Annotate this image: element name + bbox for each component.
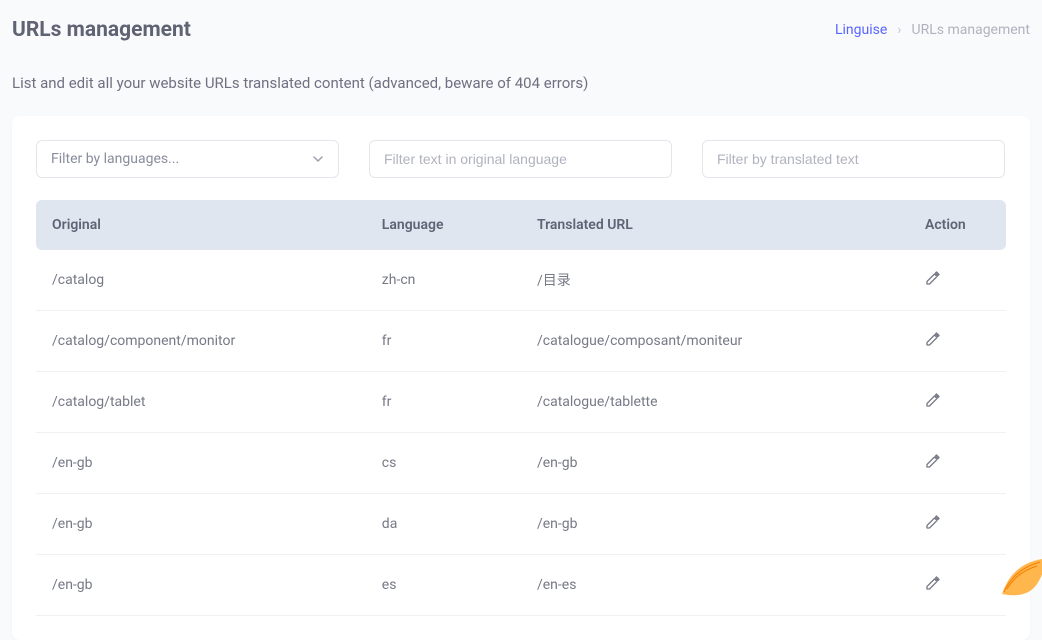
edit-icon[interactable]	[925, 453, 941, 469]
breadcrumb-current: URLs management	[912, 22, 1030, 38]
table-header-action: Action	[909, 200, 1006, 250]
table-header-row: Original Language Translated URL Action	[36, 200, 1006, 250]
cell-translated: /en-gb	[521, 433, 909, 494]
table-header-original: Original	[36, 200, 366, 250]
filter-translated-input[interactable]	[702, 140, 1005, 178]
edit-icon[interactable]	[925, 331, 941, 347]
filters-row: Filter by languages...	[36, 140, 1006, 178]
cell-language: cs	[366, 433, 521, 494]
main-card: Filter by languages... Original Language…	[12, 116, 1030, 640]
table-row: /en-gb da /en-gb	[36, 494, 1006, 555]
breadcrumb-link-linguise[interactable]: Linguise	[835, 22, 887, 38]
edit-icon[interactable]	[925, 270, 941, 286]
cell-action	[909, 372, 1006, 433]
cell-original: /en-gb	[36, 433, 366, 494]
chevron-down-icon	[312, 153, 324, 165]
cell-original: /catalog/component/monitor	[36, 311, 366, 372]
table-row: /en-gb cs /en-gb	[36, 433, 1006, 494]
cell-translated: /en-es	[521, 555, 909, 616]
cell-translated: /catalogue/tablette	[521, 372, 909, 433]
table-row: /catalog/tablet fr /catalogue/tablette	[36, 372, 1006, 433]
cell-action	[909, 250, 1006, 311]
cell-original: /en-gb	[36, 555, 366, 616]
edit-icon[interactable]	[925, 514, 941, 530]
cell-original: /en-gb	[36, 494, 366, 555]
table-row: /catalog/component/monitor fr /catalogue…	[36, 311, 1006, 372]
breadcrumb: Linguise › URLs management	[835, 22, 1030, 38]
table-header-translated: Translated URL	[521, 200, 909, 250]
table-row: /catalog zh-cn /目录	[36, 250, 1006, 311]
edit-icon[interactable]	[925, 575, 941, 591]
page-header: URLs management Linguise › URLs manageme…	[0, 0, 1042, 50]
cell-original: /catalog	[36, 250, 366, 311]
table-row: /en-gb es /en-es	[36, 555, 1006, 616]
cell-language: fr	[366, 311, 521, 372]
cell-translated: /catalogue/composant/moniteur	[521, 311, 909, 372]
urls-table: Original Language Translated URL Action …	[36, 200, 1006, 616]
cell-original: /catalog/tablet	[36, 372, 366, 433]
cell-action	[909, 433, 1006, 494]
table-body: /catalog zh-cn /目录 /catalog/component/mo…	[36, 250, 1006, 616]
cell-language: da	[366, 494, 521, 555]
filter-language-select[interactable]: Filter by languages...	[36, 140, 339, 178]
table-header-language: Language	[366, 200, 521, 250]
cell-action	[909, 311, 1006, 372]
filter-original-input[interactable]	[369, 140, 672, 178]
cell-language: zh-cn	[366, 250, 521, 311]
page-description: List and edit all your website URLs tran…	[0, 74, 1042, 92]
cell-language: es	[366, 555, 521, 616]
page-title: URLs management	[12, 18, 191, 42]
edit-icon[interactable]	[925, 392, 941, 408]
cell-translated: /en-gb	[521, 494, 909, 555]
breadcrumb-separator: ›	[897, 22, 901, 38]
filter-language-placeholder: Filter by languages...	[51, 151, 179, 167]
cell-action	[909, 494, 1006, 555]
cell-translated: /目录	[521, 250, 909, 311]
cell-action	[909, 555, 1006, 616]
cell-language: fr	[366, 372, 521, 433]
